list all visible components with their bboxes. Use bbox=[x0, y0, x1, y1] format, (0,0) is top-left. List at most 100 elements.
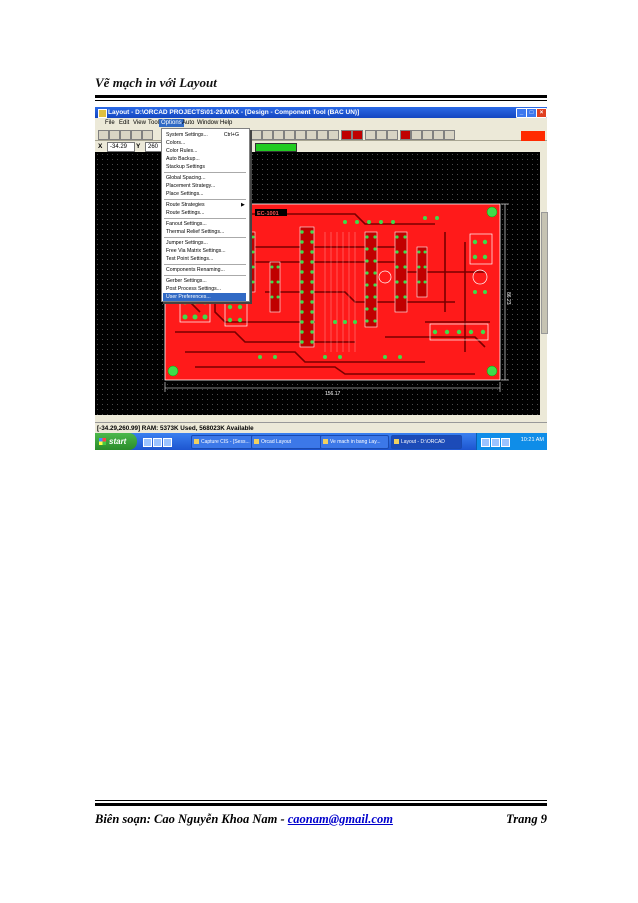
layout-screenshot: Layout - D:\ORCAD PROJECTS\01-29.MAX - [… bbox=[95, 107, 548, 450]
menu-item-system-settings[interactable]: System Settings... Ctrl+G bbox=[166, 131, 245, 139]
page-header: Vẽ mạch in với Layout bbox=[95, 75, 547, 101]
windows-logo-icon bbox=[99, 438, 106, 445]
x-label: X bbox=[98, 143, 103, 150]
menubar: File Edit View Tool Options Auto Window … bbox=[95, 118, 547, 128]
start-label: start bbox=[109, 437, 127, 446]
tray-icon[interactable] bbox=[491, 438, 500, 447]
tray-icon[interactable] bbox=[501, 438, 510, 447]
menu-item-thermal-relief-settings[interactable]: Thermal Relief Settings... bbox=[166, 228, 245, 236]
menu-separator bbox=[164, 199, 246, 200]
x-coordinate-field[interactable]: -34.29 bbox=[107, 142, 135, 152]
header-rule-thin bbox=[95, 100, 547, 101]
menu-separator bbox=[164, 275, 246, 276]
menu-item-free-via-matrix-settings[interactable]: Free Via Matrix Settings... bbox=[166, 247, 245, 255]
tool-button[interactable] bbox=[365, 130, 376, 140]
board-height-dimension: 86.23 bbox=[505, 292, 511, 305]
tool-button[interactable] bbox=[400, 130, 411, 140]
menu-item-place-settings[interactable]: Place Settings... bbox=[166, 190, 245, 198]
tool-button[interactable] bbox=[109, 130, 120, 140]
menu-file[interactable]: File bbox=[103, 119, 117, 127]
footer-rule bbox=[95, 803, 547, 806]
tool-button[interactable] bbox=[317, 130, 328, 140]
tool-button[interactable] bbox=[98, 130, 109, 140]
y-label: Y bbox=[136, 143, 141, 150]
menu-item-fanout-settings[interactable]: Fanout Settings... bbox=[166, 220, 245, 228]
tool-button[interactable] bbox=[444, 130, 455, 140]
tool-button[interactable] bbox=[422, 130, 433, 140]
menu-separator bbox=[164, 264, 246, 265]
tool-button[interactable] bbox=[142, 130, 153, 140]
document-title: Vẽ mạch in với Layout bbox=[95, 75, 217, 90]
clock: 10:21 AM bbox=[520, 437, 544, 443]
menu-separator bbox=[164, 218, 246, 219]
menu-item-test-point-settings[interactable]: Test Point Settings... bbox=[166, 255, 245, 263]
shortcut-label: Ctrl+G bbox=[223, 132, 239, 138]
header-rule bbox=[95, 95, 547, 98]
tool-button[interactable] bbox=[295, 130, 306, 140]
vertical-scrollbar[interactable] bbox=[540, 152, 548, 415]
menu-item-route-settings[interactable]: Route Settings... bbox=[166, 209, 245, 217]
horizontal-scrollbar[interactable] bbox=[95, 415, 547, 422]
scroll-thumb[interactable] bbox=[541, 212, 548, 334]
menu-item-global-spacing[interactable]: Global Spacing... bbox=[166, 174, 245, 182]
taskbar-item-document[interactable]: Ve mach in bang Lay... bbox=[320, 435, 389, 449]
menu-item-placement-strategy[interactable]: Placement Strategy... bbox=[166, 182, 245, 190]
tool-button[interactable] bbox=[341, 130, 352, 140]
tool-button[interactable] bbox=[284, 130, 295, 140]
tool-button[interactable] bbox=[251, 130, 262, 140]
board-label: EC-1001 bbox=[257, 211, 279, 217]
menu-item-user-preferences[interactable]: User Preferences... bbox=[163, 293, 246, 301]
tool-button[interactable] bbox=[376, 130, 387, 140]
tool-button[interactable] bbox=[262, 130, 273, 140]
footer-rule-thin bbox=[95, 800, 547, 801]
menu-separator bbox=[164, 237, 246, 238]
tray-icon[interactable] bbox=[481, 438, 490, 447]
close-button[interactable]: × bbox=[536, 108, 547, 118]
quick-launch-icon[interactable] bbox=[143, 438, 152, 447]
options-menu: System Settings... Ctrl+G Colors... Color… bbox=[161, 128, 250, 302]
author-text: Biên soạn: Cao Nguyễn Khoa Nam - bbox=[95, 812, 288, 826]
page-footer: Biên soạn: Cao Nguyễn Khoa Nam - caonam@… bbox=[95, 800, 547, 828]
system-tray: 10:21 AM bbox=[476, 433, 547, 450]
tool-button[interactable] bbox=[131, 130, 142, 140]
tool-button[interactable] bbox=[352, 130, 363, 140]
menu-item-color-rules[interactable]: Color Rules... bbox=[166, 147, 245, 155]
menu-item-colors[interactable]: Colors... bbox=[166, 139, 245, 147]
board-width-dimension: 156.17 bbox=[325, 391, 341, 397]
windows-taskbar: start Capture CIS - [Sess... Orcad Layou… bbox=[95, 433, 547, 450]
quick-launch-icon[interactable] bbox=[163, 438, 172, 447]
tool-button[interactable] bbox=[306, 130, 317, 140]
taskbar-item-layout-window[interactable]: Layout - D:\ORCAD bbox=[391, 435, 462, 449]
menu-help[interactable]: Help bbox=[218, 119, 234, 127]
menu-item-components-renaming[interactable]: Components Renaming... bbox=[166, 266, 245, 274]
app-icon bbox=[98, 109, 107, 118]
layer-selector[interactable] bbox=[255, 143, 297, 152]
tool-button[interactable] bbox=[273, 130, 284, 140]
menu-item-stackup-settings[interactable]: Stackup Settings bbox=[166, 163, 245, 171]
menu-item-gerber-settings[interactable]: Gerber Settings... bbox=[166, 277, 245, 285]
menu-item-jumper-settings[interactable]: Jumper Settings... bbox=[166, 239, 245, 247]
tool-button[interactable] bbox=[387, 130, 398, 140]
author-email-link[interactable]: caonam@gmail.com bbox=[288, 812, 393, 826]
menu-item-route-strategies[interactable]: Route Strategies ▶ bbox=[166, 201, 245, 209]
menu-auto[interactable]: Auto bbox=[180, 119, 196, 127]
menu-separator bbox=[164, 172, 246, 173]
menu-edit[interactable]: Edit bbox=[117, 119, 131, 127]
window-title: Layout - D:\ORCAD PROJECTS\01-29.MAX - [… bbox=[108, 109, 360, 116]
tool-button[interactable] bbox=[328, 130, 339, 140]
status-text: [-34.29,260.99] RAM: 5373K Used, 568023K… bbox=[97, 425, 254, 432]
taskbar-item-capture[interactable]: Capture CIS - [Sess... bbox=[191, 435, 258, 449]
submenu-arrow-icon: ▶ bbox=[241, 202, 245, 208]
quick-launch-icon[interactable] bbox=[153, 438, 162, 447]
tool-button[interactable] bbox=[120, 130, 131, 140]
tool-button[interactable] bbox=[411, 130, 422, 140]
footer-author: Biên soạn: Cao Nguyễn Khoa Nam - caonam@… bbox=[95, 812, 393, 827]
menu-window[interactable]: Window bbox=[195, 119, 220, 127]
menu-item-post-process-settings[interactable]: Post Process Settings... bbox=[166, 285, 245, 293]
menu-item-auto-backup[interactable]: Auto Backup... bbox=[166, 155, 245, 163]
start-button[interactable]: start bbox=[95, 433, 137, 450]
tool-button[interactable] bbox=[433, 130, 444, 140]
page-number: Trang 9 bbox=[506, 812, 547, 826]
window-titlebar: Layout - D:\ORCAD PROJECTS\01-29.MAX - [… bbox=[95, 107, 547, 118]
taskbar-item-orcad-layout[interactable]: Orcad Layout bbox=[251, 435, 322, 449]
